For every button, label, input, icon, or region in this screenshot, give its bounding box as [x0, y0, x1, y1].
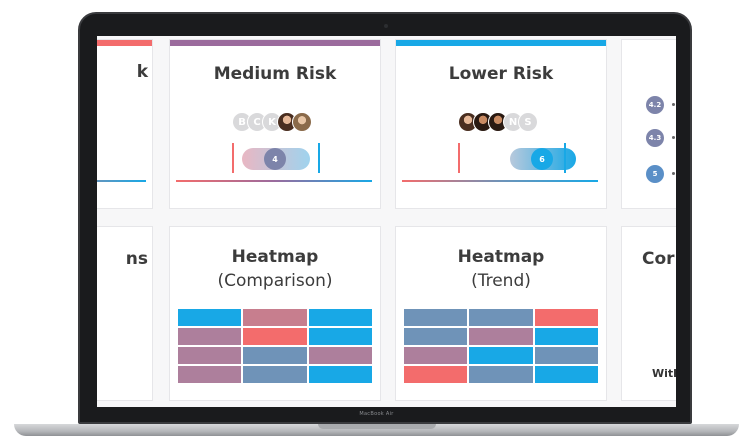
heatmap-cell[interactable] [404, 328, 468, 345]
card-partial-left-bottom[interactable]: ns [97, 226, 153, 401]
card-accent-bar [396, 40, 606, 46]
card-heatmap-trend[interactable]: Heatmap (Trend) [395, 226, 607, 401]
card-title: ns [125, 249, 148, 269]
card-title: Medium Risk [213, 64, 337, 84]
camera-dot [384, 24, 388, 28]
heatmap-cell[interactable] [404, 309, 468, 326]
score-badge[interactable]: 6 [531, 148, 553, 170]
list-bullet [672, 136, 675, 139]
heatmap-cell[interactable] [308, 328, 372, 345]
range-baseline [97, 180, 146, 182]
card-lower-risk[interactable]: Lower Risk N S 6 [395, 39, 607, 209]
range-marker-high [318, 143, 320, 173]
card-title: Cor [642, 249, 675, 269]
heatmap-cell[interactable] [308, 347, 372, 364]
card-scores-partial[interactable]: 4.2 4.3 5 [621, 39, 676, 209]
score-badge[interactable]: 4 [264, 148, 286, 170]
card-partial-right-bottom[interactable]: Cor With [621, 226, 676, 401]
score-badge[interactable]: 4.3 [646, 129, 664, 147]
score-badge[interactable]: 4.2 [646, 96, 664, 114]
heatmap-cell[interactable] [178, 328, 242, 345]
heatmap-cell[interactable] [178, 366, 242, 383]
list-bullet [672, 172, 675, 175]
laptop-base-notch [318, 424, 436, 429]
heatmap-cell[interactable] [469, 309, 533, 326]
heatmap-cell[interactable] [469, 347, 533, 364]
avatar[interactable]: S [518, 112, 538, 132]
heatmap-cell[interactable] [308, 366, 372, 383]
card-title: k [136, 62, 148, 82]
list-bullet [672, 103, 675, 106]
heatmap-cell[interactable] [243, 347, 307, 364]
card-title: Heatmap [457, 247, 545, 267]
range-marker-low [458, 143, 460, 173]
card-footer-text: With [652, 367, 676, 380]
range-marker-low [232, 143, 234, 173]
card-accent-bar [97, 40, 152, 46]
device-label: MacBook Air [359, 411, 394, 417]
heatmap-cell[interactable] [404, 366, 468, 383]
card-subtitle: (Trend) [471, 271, 531, 291]
heatmap-cell[interactable] [534, 328, 598, 345]
heatmap-cell[interactable] [243, 309, 307, 326]
heatmap-cell[interactable] [404, 347, 468, 364]
screen: k Medium Risk B C K 4 Lower Risk N S 6 4… [97, 36, 676, 407]
card-medium-risk[interactable]: Medium Risk B C K 4 [169, 39, 381, 209]
heatmap-cell[interactable] [534, 309, 598, 326]
heatmap-cell[interactable] [534, 366, 598, 383]
score-badge[interactable]: 5 [646, 165, 664, 183]
heatmap-cell[interactable] [243, 328, 307, 345]
heatmap-cell[interactable] [469, 328, 533, 345]
range-baseline [176, 180, 372, 182]
range-baseline [402, 180, 598, 182]
card-subtitle: (Comparison) [217, 271, 333, 291]
heatmap-cell[interactable] [308, 309, 372, 326]
avatar-photo[interactable] [292, 112, 312, 132]
heatmap-cell[interactable] [243, 366, 307, 383]
card-accent-bar [170, 40, 380, 46]
heatmap-grid [404, 309, 598, 383]
card-title: Lower Risk [448, 64, 554, 84]
heatmap-cell[interactable] [534, 347, 598, 364]
heatmap-cell[interactable] [178, 309, 242, 326]
heatmap-cell[interactable] [469, 366, 533, 383]
card-high-risk-partial[interactable]: k [97, 39, 153, 209]
heatmap-cell[interactable] [178, 347, 242, 364]
range-marker-high [564, 143, 566, 173]
card-title: Heatmap [231, 247, 319, 267]
heatmap-grid [178, 309, 372, 383]
card-heatmap-comparison[interactable]: Heatmap (Comparison) [169, 226, 381, 401]
